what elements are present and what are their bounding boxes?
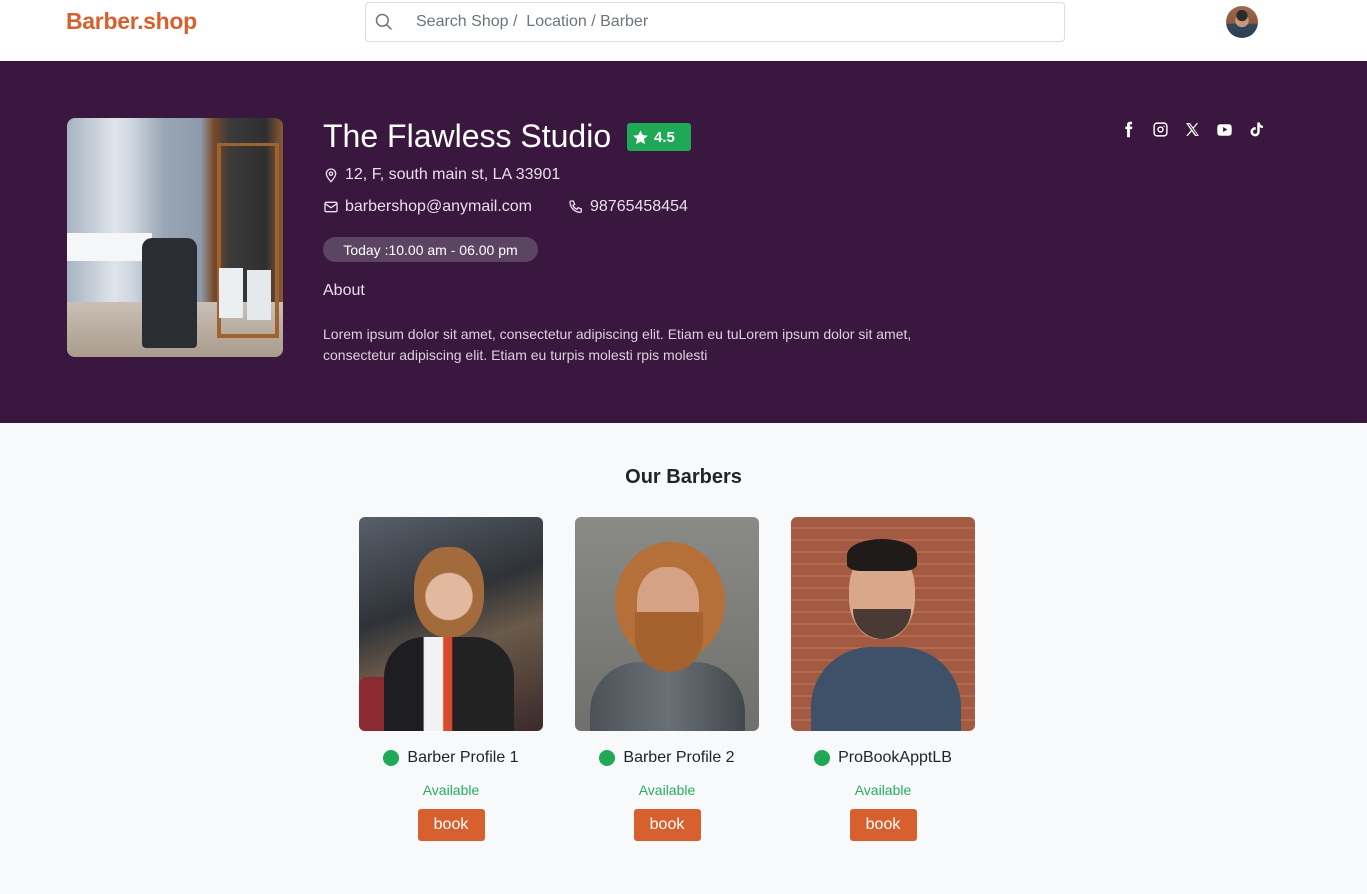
- barber-card: Barber Profile 2 Available book: [575, 517, 759, 841]
- shop-name: The Flawless Studio: [323, 118, 612, 154]
- top-navbar: Barber.shop: [0, 0, 1367, 61]
- shop-image: [67, 118, 283, 357]
- book-button[interactable]: book: [417, 809, 485, 841]
- instagram-icon[interactable]: [1150, 119, 1170, 139]
- barber-photo[interactable]: [359, 517, 543, 731]
- section-title: Our Barbers: [625, 466, 742, 488]
- facebook-icon[interactable]: [1118, 119, 1138, 139]
- shop-email[interactable]: barbershop@anymail.com: [323, 198, 532, 216]
- opening-hours-badge: Today :10.00 am - 06.00 pm: [323, 237, 538, 262]
- availability-status: Available: [638, 782, 696, 798]
- book-button[interactable]: book: [849, 809, 917, 841]
- barber-list: Barber Profile 1 Available book Barber P…: [359, 517, 975, 841]
- barber-photo[interactable]: [791, 517, 975, 731]
- barber-card: ProBookApptLB Available book: [791, 517, 975, 841]
- rating-value: 4.5: [654, 128, 675, 146]
- barber-name[interactable]: Barber Profile 2: [623, 749, 734, 767]
- search-icon: [375, 13, 393, 31]
- search-input[interactable]: [416, 3, 1056, 41]
- phone-icon: [569, 200, 582, 214]
- star-icon: [633, 129, 648, 144]
- barber-card: Barber Profile 1 Available book: [359, 517, 543, 841]
- barber-name[interactable]: Barber Profile 1: [407, 749, 518, 767]
- about-heading: About: [323, 282, 365, 299]
- social-links: [1118, 119, 1266, 139]
- youtube-icon[interactable]: [1214, 119, 1234, 139]
- tiktok-icon[interactable]: [1246, 119, 1266, 139]
- availability-status: Available: [422, 782, 480, 798]
- barber-photo[interactable]: [575, 517, 759, 731]
- availability-status: Available: [854, 782, 912, 798]
- shop-phone[interactable]: 98765458454: [568, 198, 688, 216]
- shop-hero: The Flawless Studio 4.5 12, F, south mai…: [0, 61, 1367, 423]
- email-text[interactable]: barbershop@anymail.com: [345, 198, 532, 216]
- status-dot-icon: [383, 750, 400, 766]
- user-avatar[interactable]: [1226, 6, 1258, 38]
- envelope-icon: [324, 201, 338, 213]
- map-pin-icon: [325, 168, 337, 183]
- search-bar[interactable]: [365, 2, 1065, 42]
- barber-name[interactable]: ProBookApptLB: [838, 749, 952, 767]
- status-dot-icon: [814, 750, 831, 766]
- status-dot-icon: [599, 750, 616, 766]
- address-text: 12, F, south main st, LA 33901: [345, 166, 561, 183]
- x-icon[interactable]: [1182, 119, 1202, 139]
- rating-badge: 4.5: [627, 123, 691, 151]
- brand-logo[interactable]: Barber.shop: [66, 8, 197, 35]
- phone-text[interactable]: 98765458454: [590, 198, 688, 216]
- book-button[interactable]: book: [633, 809, 701, 841]
- about-text: Lorem ipsum dolor sit amet, consectetur …: [323, 326, 912, 363]
- shop-address: 12, F, south main st, LA 33901: [323, 166, 560, 184]
